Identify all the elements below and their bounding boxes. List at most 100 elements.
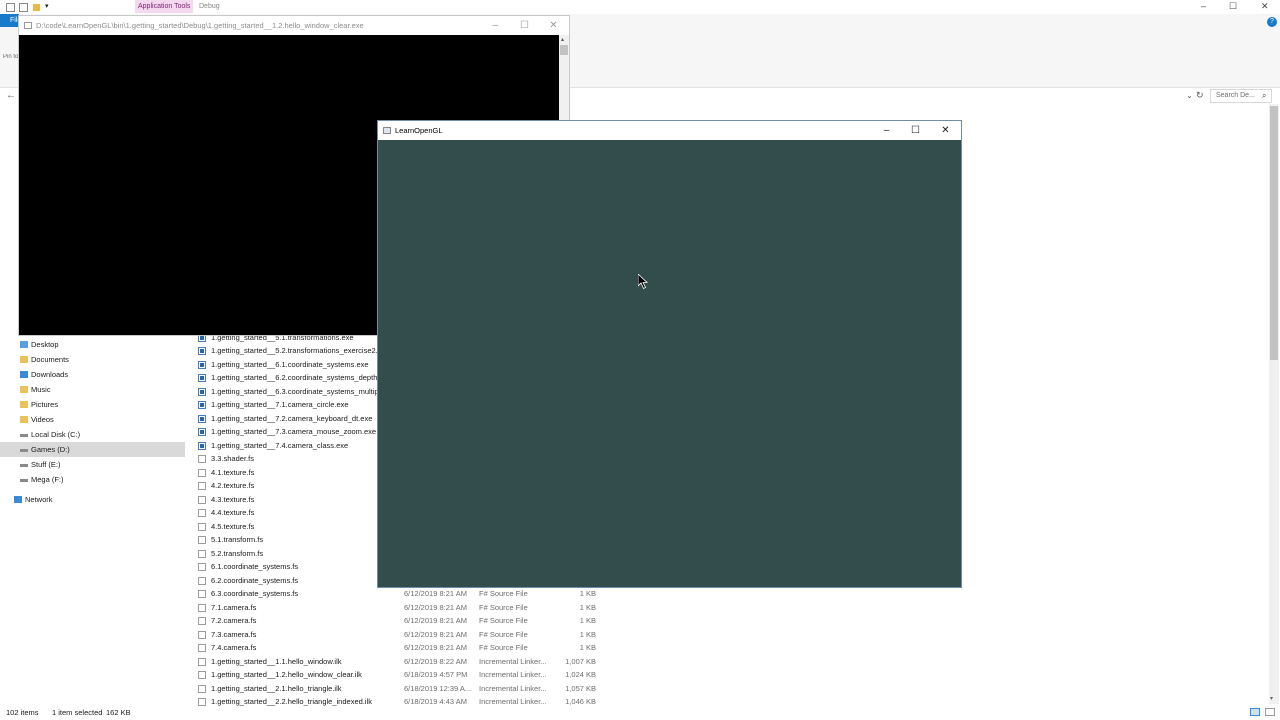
- desktop-icon: [20, 341, 28, 348]
- file-type: F# Source File: [479, 602, 528, 612]
- nav-item-downloads[interactable]: Downloads: [0, 367, 185, 382]
- nav-item-videos[interactable]: Videos: [0, 412, 185, 427]
- console-title: D:\code\LearnOpenGL\bin\1.getting_starte…: [36, 21, 364, 30]
- file-date-modified: 6/12/2019 8:21 AM: [404, 589, 467, 598]
- qat-dropdown-icon[interactable]: ▾: [45, 2, 49, 10]
- document-file-icon: [198, 482, 206, 490]
- address-dropdown-icon[interactable]: ⌄: [1186, 91, 1193, 100]
- file-row[interactable]: 7.1.camera.fs 6/12/2019 8:21 AM F# Source …: [198, 601, 598, 615]
- explorer-close-button[interactable]: ✕: [1261, 1, 1269, 12]
- opengl-minimize-button[interactable]: –: [872, 121, 901, 140]
- nav-item-music[interactable]: Music: [0, 382, 185, 397]
- document-file-icon: [198, 468, 206, 477]
- file-name: 1.getting_started__6.3.coordinate_system…: [211, 386, 399, 396]
- document-file-icon: [198, 455, 206, 463]
- file-name: 5.2.transform.fs: [211, 548, 264, 558]
- file-name: 4.4.texture.fs: [211, 508, 255, 517]
- help-icon[interactable]: ?: [1267, 17, 1277, 27]
- file-name: 1.getting_started__6.2.coordinate_system…: [211, 373, 392, 382]
- console-scroll-thumb[interactable]: [560, 45, 568, 55]
- qat-checkbox-icon[interactable]: [19, 3, 28, 12]
- executable-file-icon: [198, 441, 206, 450]
- file-date-modified: 6/12/2019 8:21 AM: [404, 629, 467, 639]
- file-row[interactable]: 1.getting_started__2.1.hello_triangle.il…: [198, 682, 598, 696]
- nav-item-network[interactable]: Network: [0, 492, 185, 507]
- search-icon: ⌕: [1262, 91, 1267, 100]
- file-size: 1 KB: [579, 629, 596, 639]
- console-app-icon: [24, 22, 32, 29]
- document-file-icon: [198, 603, 206, 612]
- console-minimize-button[interactable]: –: [481, 16, 510, 35]
- document-file-icon: [198, 644, 206, 652]
- back-arrow-icon[interactable]: ←: [6, 90, 16, 101]
- opengl-title-bar[interactable]: LearnOpenGL – ☐ ✕: [378, 121, 961, 140]
- nav-item-stuff-e[interactable]: Stuff (E:): [0, 457, 185, 472]
- nav-item-label: Mega (F:): [31, 475, 64, 484]
- opengl-close-button[interactable]: ✕: [931, 121, 960, 140]
- console-scroll-up-icon[interactable]: ▴: [561, 36, 564, 43]
- file-row[interactable]: 1.getting_started__1.1.hello_window.ilk 6…: [198, 655, 598, 669]
- file-row[interactable]: 7.2.camera.fs 6/12/2019 8:21 AM F# Source …: [198, 614, 598, 628]
- explorer-minimize-button[interactable]: –: [1201, 1, 1206, 11]
- console-title-bar[interactable]: D:\code\LearnOpenGL\bin\1.getting_starte…: [19, 16, 569, 35]
- file-type: F# Source File: [479, 616, 528, 625]
- nav-item-label: Local Disk (C:): [31, 430, 81, 439]
- drive-icon: [20, 464, 28, 467]
- nav-item-desktop[interactable]: Desktop: [0, 337, 185, 352]
- nav-item-label: Desktop: [31, 340, 59, 349]
- qat-folder-icon[interactable]: [33, 4, 40, 11]
- document-file-icon: [198, 630, 206, 639]
- search-input[interactable]: Search De... ⌕: [1210, 89, 1272, 103]
- nav-item-local-disk-c[interactable]: Local Disk (C:): [0, 427, 185, 442]
- document-file-icon: [198, 657, 206, 666]
- documents-icon: [20, 356, 28, 363]
- document-file-icon: [198, 576, 206, 585]
- file-type: F# Source File: [479, 589, 528, 598]
- file-row[interactable]: 1.getting_started__1.2.hello_window_clea…: [198, 668, 598, 682]
- file-row[interactable]: 7.4.camera.fs 6/12/2019 8:21 AM F# Source …: [198, 641, 598, 655]
- file-name: 6.3.coordinate_systems.fs: [211, 589, 299, 598]
- details-view-icon[interactable]: [1250, 708, 1260, 716]
- explorer-maximize-button[interactable]: ☐: [1229, 1, 1237, 12]
- file-row[interactable]: 6.3.coordinate_systems.fs 6/12/2019 8:21 …: [198, 587, 598, 601]
- nav-item-label: Videos: [31, 415, 54, 424]
- ribbon-folder-tab[interactable]: Debug: [196, 0, 223, 13]
- file-type: Incremental Linker...: [479, 656, 547, 666]
- file-row[interactable]: 7.3.camera.fs 6/12/2019 8:21 AM F# Source …: [198, 628, 598, 642]
- large-icons-view-icon[interactable]: [1265, 708, 1275, 716]
- qat-properties-icon[interactable]: [6, 3, 15, 12]
- status-selected: 1 item selected: [52, 708, 103, 717]
- file-name: 1.getting_started__1.1.hello_window.ilk: [211, 656, 342, 666]
- nav-item-mega-f[interactable]: Mega (F:): [0, 472, 185, 487]
- scroll-down-arrow-icon[interactable]: ▾: [1270, 695, 1273, 702]
- executable-file-icon: [198, 374, 206, 382]
- file-name: 6.2.coordinate_systems.fs: [211, 575, 299, 585]
- pin-quick-access-button[interactable]: Pin to Quick access: [3, 54, 19, 60]
- opengl-window[interactable]: LearnOpenGL – ☐ ✕: [377, 120, 962, 588]
- file-tab[interactable]: File: [0, 14, 19, 27]
- network-icon: [14, 496, 22, 503]
- nav-item-games-d[interactable]: Games (D:): [0, 442, 185, 457]
- executable-file-icon: [198, 347, 206, 355]
- document-file-icon: [198, 549, 206, 558]
- file-size: 1,057 KB: [565, 683, 596, 693]
- explorer-title-bar: ▾ Application Tools Debug – ☐ ✕: [0, 0, 1280, 14]
- executable-file-icon: [198, 387, 206, 396]
- file-name: 1.getting_started__7.2.camera_keyboard_d…: [211, 413, 373, 423]
- executable-file-icon: [198, 360, 206, 369]
- console-close-button[interactable]: ✕: [539, 16, 568, 35]
- console-maximize-button[interactable]: ☐: [510, 16, 539, 35]
- file-name: 4.2.texture.fs: [211, 481, 255, 490]
- executable-file-icon: [198, 401, 206, 409]
- explorer-vertical-scrollbar[interactable]: [1269, 104, 1279, 704]
- document-file-icon: [198, 617, 206, 625]
- refresh-icon[interactable]: ↻: [1196, 90, 1204, 101]
- document-file-icon: [198, 495, 206, 504]
- opengl-render-surface[interactable]: [378, 140, 961, 587]
- ribbon-context-tab[interactable]: Application Tools: [135, 0, 194, 13]
- nav-item-documents[interactable]: Documents: [0, 352, 185, 367]
- scrollbar-thumb[interactable]: [1270, 106, 1278, 360]
- document-file-icon: [198, 522, 206, 531]
- nav-item-pictures[interactable]: Pictures: [0, 397, 185, 412]
- opengl-maximize-button[interactable]: ☐: [901, 121, 930, 140]
